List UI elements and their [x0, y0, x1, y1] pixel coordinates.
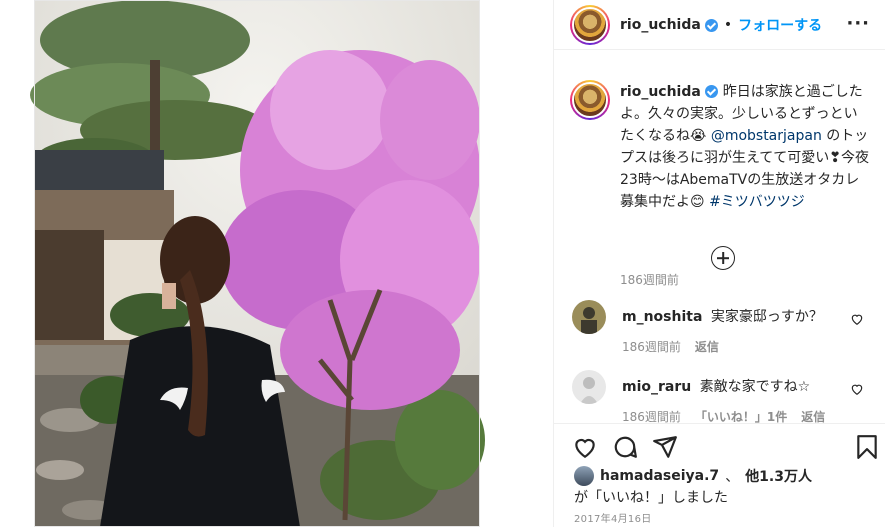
caption-username[interactable]: rio_uchida: [620, 84, 701, 100]
smile-emoji: 😊: [690, 194, 705, 210]
hashtag-link[interactable]: #ミツバツツジ: [709, 194, 805, 210]
add-comment-icon[interactable]: [711, 246, 735, 270]
likes-separator: 、: [725, 469, 740, 485]
comment-time: 186週間前: [622, 340, 681, 354]
comment-icon[interactable]: [612, 434, 638, 460]
post-date[interactable]: 2017年4月16日: [574, 510, 652, 525]
post-side-panel: rio_uchida • フォローする ··· rio_uchida 昨日は家族…: [553, 0, 885, 527]
commenter-username[interactable]: m_noshita: [622, 309, 702, 325]
comment-text: m_noshita 実家豪邸っすか？: [622, 306, 823, 326]
heart-icon[interactable]: [572, 434, 598, 460]
verified-icon: [705, 85, 719, 98]
likes-summary: hamadaseiya.7 、他1.3万人: [574, 466, 812, 486]
post-header: rio_uchida • フォローする ···: [554, 0, 885, 50]
commenter-avatar[interactable]: [572, 370, 606, 404]
comment-text: mio_raru 素敵な家ですね☆: [622, 376, 810, 396]
commenter-username[interactable]: mio_raru: [622, 379, 691, 395]
caption-text: rio_uchida 昨日は家族と過ごしたよ。久々の実家。少しいるとずっといたく…: [620, 81, 870, 213]
comment-body: 素敵な家ですね☆: [699, 379, 811, 395]
comment-meta: 186週間前 返信: [622, 338, 719, 355]
caption-avatar[interactable]: [570, 80, 610, 120]
post-image: [30, 0, 485, 527]
bookmark-icon[interactable]: [854, 434, 880, 460]
liker-username[interactable]: hamadaseiya.7: [600, 468, 719, 484]
comment-body: 実家豪邸っすか？: [710, 309, 823, 325]
separator-dot: •: [723, 17, 733, 33]
reply-button[interactable]: 返信: [695, 338, 719, 355]
verified-icon: [704, 18, 718, 32]
mention-link[interactable]: @mobstarjapan: [711, 128, 822, 144]
liker-avatar[interactable]: [574, 466, 594, 486]
action-bar: hamadaseiya.7 、他1.3万人 が「いいね！」しました 2017年4月…: [554, 423, 885, 525]
likes-suffix: が「いいね！」しました: [574, 490, 728, 506]
post-photo[interactable]: [0, 0, 553, 527]
more-icon[interactable]: ···: [846, 13, 870, 34]
author-username[interactable]: rio_uchida: [620, 17, 701, 33]
crying-emoji: 😭: [690, 128, 707, 144]
share-icon[interactable]: [652, 434, 678, 460]
comment-heart-icon[interactable]: [850, 382, 864, 396]
comment-heart-icon[interactable]: [850, 312, 864, 326]
comment-item: mio_raru 素敵な家ですね☆ 186週間前 「いいね！」1件 返信: [554, 370, 885, 430]
commenter-avatar[interactable]: [572, 300, 606, 334]
author-avatar[interactable]: [570, 5, 610, 45]
caption-time: 186週間前: [620, 273, 679, 287]
likes-others[interactable]: 他1.3万人: [745, 466, 812, 486]
comment-item: m_noshita 実家豪邸っすか？ 186週間前 返信: [554, 300, 885, 360]
follow-button[interactable]: フォローする: [738, 15, 822, 35]
